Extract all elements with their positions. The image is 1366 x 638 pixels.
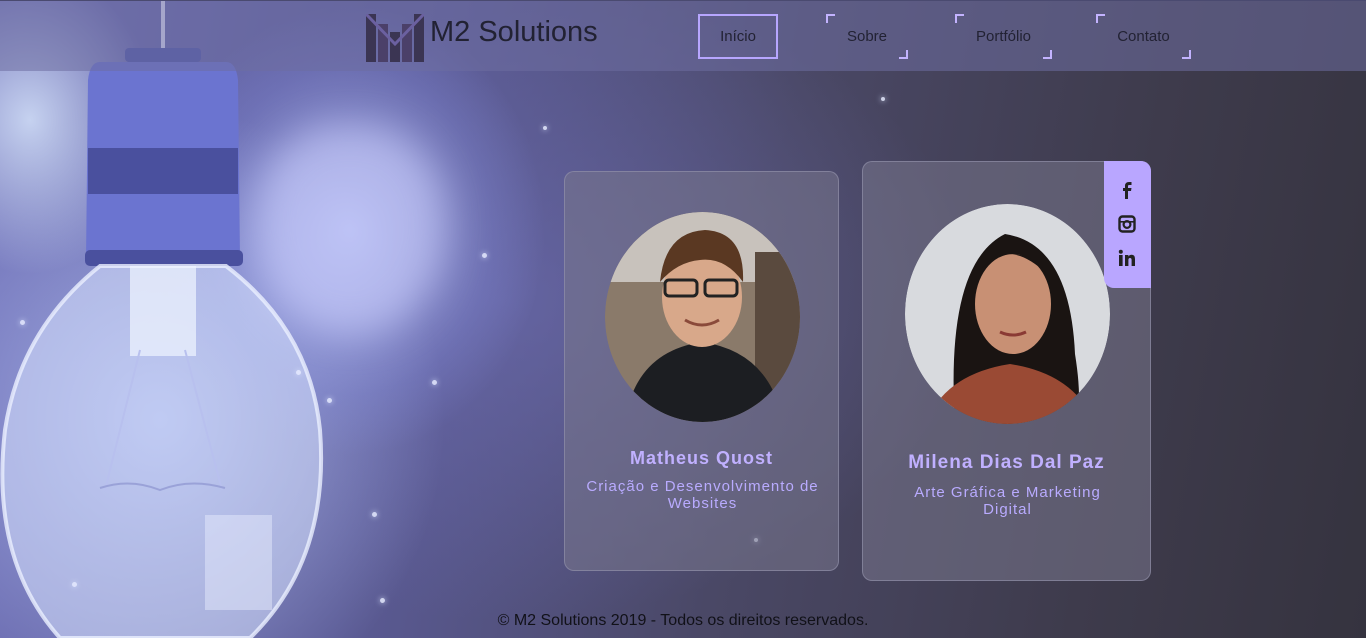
nav-corner-decoration: [955, 14, 964, 23]
nav-corner-decoration: [1043, 50, 1052, 59]
footer-copyright: © M2 Solutions 2019 - Todos os direitos …: [497, 612, 869, 629]
nav-sobre-label: Sobre: [846, 28, 888, 45]
logo-icon[interactable]: [366, 14, 424, 62]
top-navbar: M2 Solutions Início Sobre Portfólio Cont…: [0, 0, 1366, 71]
nav-contato[interactable]: Contato: [1096, 14, 1191, 59]
nav-sobre[interactable]: Sobre: [826, 14, 908, 59]
social-links-panel: [1104, 161, 1151, 288]
lightbulb-illustration: [0, 0, 324, 638]
avatar-matheus: [605, 212, 800, 422]
linkedin-icon[interactable]: [1118, 249, 1136, 267]
member-role: Arte Gráfica e Marketing Digital: [914, 484, 1101, 518]
nav-inicio[interactable]: Início: [698, 14, 778, 59]
nav-portfolio[interactable]: Portfólio: [955, 14, 1052, 59]
team-card-matheus[interactable]: Matheus Quost Criação e Desenvolvimento …: [564, 171, 839, 571]
avatar-milena: [905, 204, 1110, 424]
nav-contato-label: Contato: [1117, 28, 1170, 45]
nav-corner-decoration: [899, 50, 908, 59]
instagram-icon[interactable]: [1118, 215, 1136, 233]
brand-name[interactable]: M2 Solutions: [430, 16, 598, 49]
member-name: Matheus Quost: [629, 448, 773, 468]
nav-corner-decoration: [1096, 14, 1105, 23]
nav-corner-decoration: [826, 14, 835, 23]
nav-corner-decoration: [1182, 50, 1191, 59]
facebook-icon[interactable]: [1118, 181, 1136, 199]
nav-inicio-label: Início: [720, 28, 756, 45]
member-name: Milena Dias Dal Paz: [908, 452, 1105, 473]
nav-portfolio-label: Portfólio: [975, 28, 1032, 45]
member-role: Criação e Desenvolvimento de Websites: [586, 478, 819, 512]
